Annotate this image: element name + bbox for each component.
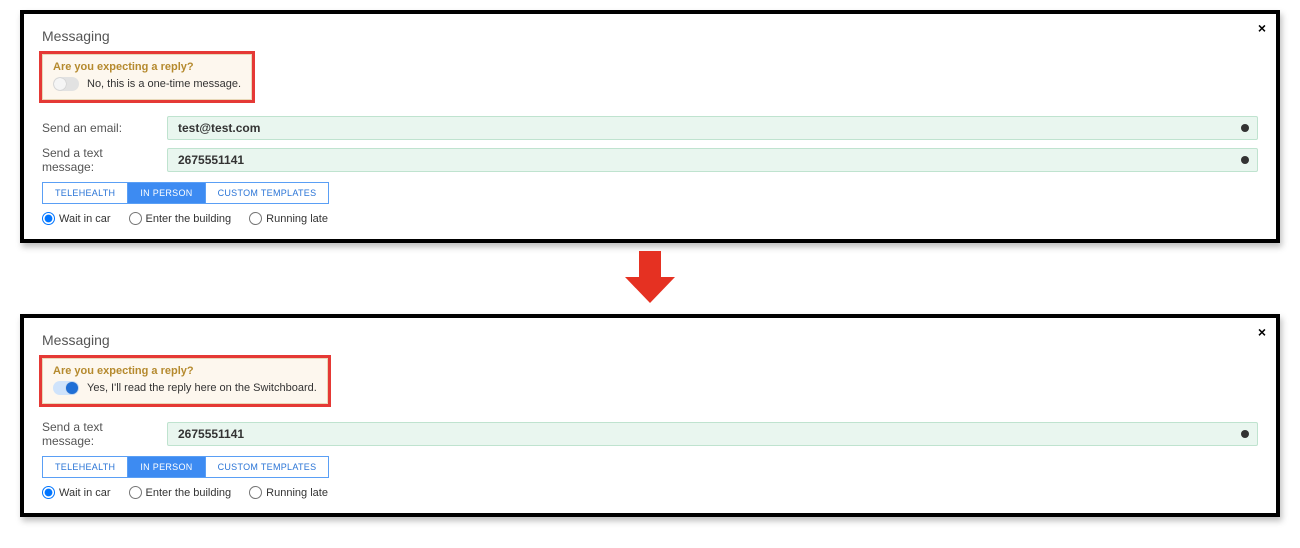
radio-running-late[interactable]: Running late: [249, 212, 328, 225]
tab-in-person[interactable]: IN PERSON: [128, 182, 205, 204]
tab-telehealth[interactable]: TELEHEALTH: [42, 456, 128, 478]
email-row: Send an email:: [42, 116, 1258, 140]
reply-answer: Yes, I'll read the reply here on the Swi…: [87, 382, 317, 394]
text-action-icon[interactable]: [1241, 156, 1249, 164]
text-input[interactable]: [176, 152, 1241, 168]
text-row: Send a text message:: [42, 420, 1258, 448]
radio-options: Wait in car Enter the building Running l…: [42, 486, 1258, 499]
messaging-panel-before: × Messaging Are you expecting a reply? N…: [20, 10, 1280, 243]
email-label: Send an email:: [42, 121, 157, 135]
email-input[interactable]: [176, 120, 1241, 136]
reply-box: Are you expecting a reply? No, this is a…: [42, 54, 252, 100]
reply-question: Are you expecting a reply?: [53, 365, 317, 377]
reply-toggle[interactable]: [53, 77, 79, 91]
tab-custom-templates[interactable]: CUSTOM TEMPLATES: [206, 456, 330, 478]
messaging-panel-after: × Messaging Are you expecting a reply? Y…: [20, 314, 1280, 517]
text-label: Send a text message:: [42, 420, 157, 448]
reply-toggle[interactable]: [53, 381, 79, 395]
panel-title: Messaging: [42, 332, 1258, 348]
template-tabs: TELEHEALTH IN PERSON CUSTOM TEMPLATES: [42, 456, 1258, 478]
email-action-icon[interactable]: [1241, 124, 1249, 132]
panel-title: Messaging: [42, 28, 1258, 44]
radio-enter-building[interactable]: Enter the building: [129, 212, 232, 225]
text-input[interactable]: [176, 426, 1241, 442]
radio-enter-building[interactable]: Enter the building: [129, 486, 232, 499]
text-input-wrap: [167, 422, 1258, 446]
tab-custom-templates[interactable]: CUSTOM TEMPLATES: [206, 182, 330, 204]
reply-box: Are you expecting a reply? Yes, I'll rea…: [42, 358, 328, 404]
reply-answer: No, this is a one-time message.: [87, 78, 241, 90]
text-input-wrap: [167, 148, 1258, 172]
close-icon[interactable]: ×: [1258, 324, 1266, 340]
text-row: Send a text message:: [42, 146, 1258, 174]
tab-telehealth[interactable]: TELEHEALTH: [42, 182, 128, 204]
radio-wait-in-car[interactable]: Wait in car: [42, 486, 111, 499]
tab-in-person[interactable]: IN PERSON: [128, 456, 205, 478]
text-label: Send a text message:: [42, 146, 157, 174]
radio-options: Wait in car Enter the building Running l…: [42, 212, 1258, 225]
email-input-wrap: [167, 116, 1258, 140]
arrow-down-icon: [625, 251, 675, 306]
template-tabs: TELEHEALTH IN PERSON CUSTOM TEMPLATES: [42, 182, 1258, 204]
transition-arrow: [20, 251, 1280, 306]
close-icon[interactable]: ×: [1258, 20, 1266, 36]
reply-question: Are you expecting a reply?: [53, 61, 241, 73]
text-action-icon[interactable]: [1241, 430, 1249, 438]
radio-running-late[interactable]: Running late: [249, 486, 328, 499]
radio-wait-in-car[interactable]: Wait in car: [42, 212, 111, 225]
